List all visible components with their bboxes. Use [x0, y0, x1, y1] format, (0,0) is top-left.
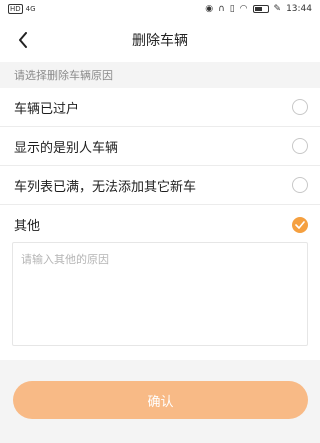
radio-unchecked-icon[interactable]	[292, 99, 308, 115]
reason-option-transferred[interactable]: 车辆已过户	[0, 88, 320, 127]
reason-option-label: 车辆已过户	[14, 101, 80, 117]
vibrate-icon: ▯	[229, 4, 235, 14]
back-button[interactable]	[12, 28, 34, 52]
status-time: 13:44	[286, 4, 312, 14]
other-reason-input[interactable]	[12, 242, 308, 346]
hd-badge: HD	[8, 4, 23, 14]
reason-option-label: 其他	[14, 219, 41, 234]
reason-option-list-full[interactable]: 车列表已满，无法添加其它新车	[0, 166, 320, 205]
other-reason-container	[0, 236, 320, 360]
radio-checked-icon[interactable]	[292, 216, 308, 233]
section-hint: 请选择删除车辆原因	[0, 62, 320, 88]
battery-icon	[252, 5, 269, 13]
eye-icon: ◉	[205, 4, 214, 14]
check-icon	[295, 220, 305, 229]
network-badge: 4G	[25, 5, 36, 13]
status-left: HD 4G	[8, 4, 36, 14]
reason-option-label: 显示的是别人车辆	[14, 140, 119, 156]
radio-unchecked-icon[interactable]	[292, 138, 308, 154]
headphones-icon: ∩	[218, 4, 225, 14]
reason-options: 车辆已过户 显示的是别人车辆 车列表已满，无法添加其它新车 其他	[0, 88, 320, 244]
header: 删除车辆	[0, 18, 320, 62]
status-bar: HD 4G ◉ ∩ ▯ ◠ ✎ 13:44	[0, 0, 320, 18]
reason-option-label: 车列表已满，无法添加其它新车	[14, 179, 197, 195]
status-right: ◉ ∩ ▯ ◠ ✎ 13:44	[205, 4, 312, 14]
reason-option-others-vehicle[interactable]: 显示的是别人车辆	[0, 127, 320, 166]
radio-unchecked-icon[interactable]	[292, 177, 308, 193]
leaf-icon: ✎	[273, 4, 282, 14]
wifi-icon: ◠	[239, 4, 248, 14]
chevron-left-icon	[19, 32, 27, 48]
page-title: 删除车辆	[132, 33, 188, 49]
confirm-button[interactable]: 确认	[13, 381, 308, 419]
